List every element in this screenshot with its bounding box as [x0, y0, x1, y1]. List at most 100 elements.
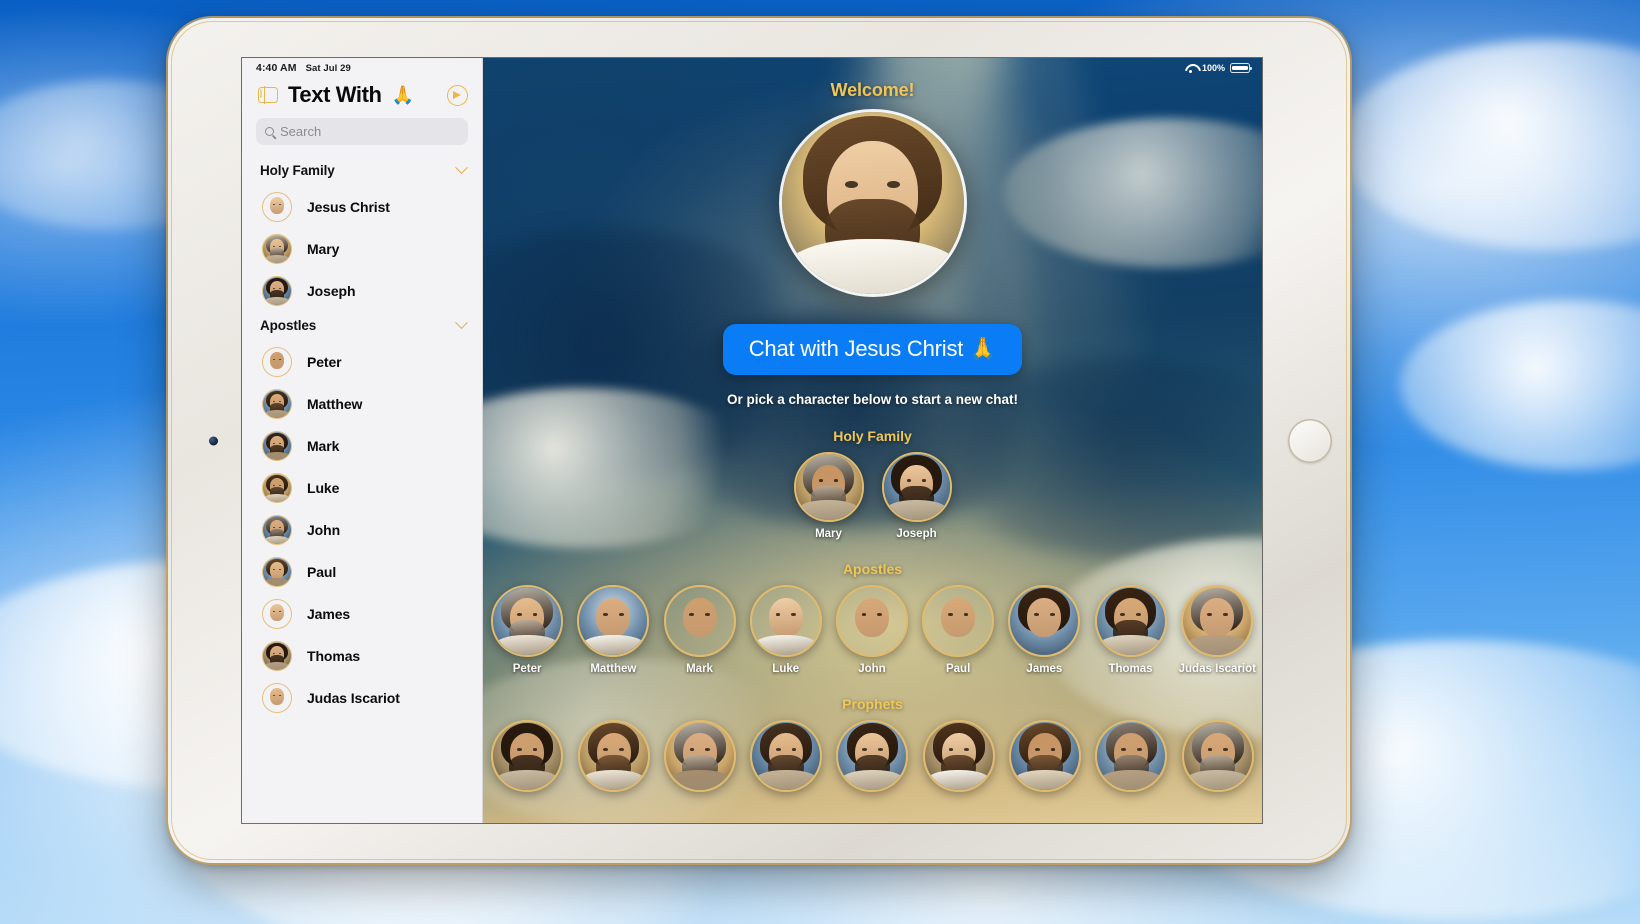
- avatar: [491, 585, 564, 657]
- avatar: [262, 431, 292, 461]
- search-box[interactable]: [256, 118, 468, 145]
- avatar: [881, 452, 952, 522]
- character-mark[interactable]: Mark: [661, 585, 737, 675]
- wifi-icon: [1185, 64, 1197, 73]
- avatar: [262, 192, 292, 222]
- avatar: [1008, 585, 1081, 657]
- character-john[interactable]: John: [834, 585, 910, 675]
- ipad-device: 4:40 AM Sat Jul 29 Text With 🙏 Holy Fami…: [168, 18, 1350, 863]
- sky-cloud: [1340, 40, 1640, 250]
- sidebar-item-mark[interactable]: Mark: [242, 425, 482, 467]
- avatar: [262, 347, 292, 377]
- chat-with-jesus-button[interactable]: Chat with Jesus Christ 🙏: [722, 324, 1023, 375]
- portrait-jesus: [781, 112, 964, 294]
- character-mary[interactable]: Mary: [792, 452, 866, 540]
- portrait-john: [838, 587, 906, 655]
- character-prophet-6[interactable]: [1007, 720, 1083, 798]
- character-luke[interactable]: Luke: [748, 585, 824, 675]
- character-sections: Holy Family Mary Joseph Apostles Peter Matthe…: [483, 428, 1262, 798]
- character-prophet-8[interactable]: [1180, 720, 1256, 798]
- sidebar-group-holy-family[interactable]: Holy Family: [242, 157, 482, 186]
- character-prophet-5[interactable]: [921, 720, 997, 798]
- section-title-prophets: Prophets: [842, 696, 903, 712]
- search-input[interactable]: [280, 124, 459, 139]
- character-prophet-0[interactable]: [489, 720, 565, 798]
- portrait-matthew: [263, 390, 291, 418]
- character-prophet-4[interactable]: [834, 720, 910, 798]
- character-matthew[interactable]: Matthew: [575, 585, 651, 675]
- sidebar-item-mary[interactable]: Mary: [242, 228, 482, 270]
- sidebar-group-apostles[interactable]: Apostles: [242, 312, 482, 341]
- character-name-label: Mark: [686, 663, 713, 675]
- chevron-down-icon[interactable]: [455, 161, 468, 175]
- portrait-p27: [1097, 722, 1166, 790]
- portrait-thomas: [263, 642, 291, 670]
- character-name-label: Thomas: [1108, 663, 1153, 675]
- avatar: [836, 720, 909, 792]
- sidebar-item-peter[interactable]: Peter: [242, 341, 482, 383]
- app-title: Text With: [288, 82, 382, 107]
- character-prophet-1[interactable]: [575, 720, 651, 798]
- avatar: [262, 389, 292, 419]
- sky-cloud: [1400, 300, 1640, 470]
- sidebar-item-label: John: [307, 522, 341, 538]
- sidebar-item-james[interactable]: James: [242, 593, 482, 635]
- people-row: Mary Joseph: [483, 452, 1262, 540]
- section-title-holy-family: Holy Family: [833, 428, 912, 444]
- character-name-label: Peter: [512, 663, 542, 675]
- portrait-mary: [795, 454, 862, 520]
- sidebar-item-matthew[interactable]: Matthew: [242, 383, 482, 425]
- portrait-paul: [263, 558, 291, 586]
- compass-icon[interactable]: [447, 84, 468, 106]
- avatar: [262, 276, 292, 306]
- character-peter[interactable]: Peter: [489, 585, 565, 675]
- sidebar-toggle-icon[interactable]: [258, 86, 278, 104]
- search-icon: [265, 127, 274, 136]
- sidebar-item-label: Judas Iscariot: [307, 690, 400, 706]
- avatar: [663, 720, 736, 792]
- portrait-peter: [493, 587, 562, 655]
- character-name-label: Mary: [815, 528, 842, 540]
- main-panel: 100% Welcome! Chat with Jesus Christ 🙏 O…: [483, 58, 1262, 823]
- sidebar: 4:40 AM Sat Jul 29 Text With 🙏 Holy Fami…: [242, 58, 483, 823]
- home-button[interactable]: [1288, 418, 1332, 463]
- character-thomas[interactable]: Thomas: [1092, 585, 1168, 675]
- sidebar-item-thomas[interactable]: Thomas: [242, 635, 482, 677]
- hero-avatar-jesus[interactable]: [778, 109, 967, 297]
- character-james[interactable]: James: [1006, 585, 1082, 675]
- people-row: [483, 720, 1262, 798]
- portrait-judas-iscariot: [263, 684, 291, 712]
- portrait-james: [263, 600, 291, 628]
- sidebar-item-jesus-christ[interactable]: Jesus Christ: [242, 186, 482, 228]
- character-judas-iscariot[interactable]: Judas Iscariot: [1179, 585, 1256, 675]
- character-joseph[interactable]: Joseph: [880, 452, 954, 540]
- character-prophet-7[interactable]: [1093, 720, 1169, 798]
- avatar: [922, 720, 995, 792]
- sidebar-item-label: Paul: [307, 564, 337, 580]
- portrait-joseph: [263, 277, 291, 305]
- sidebar-item-paul[interactable]: Paul: [242, 551, 482, 593]
- sidebar-header: Text With 🙏: [242, 78, 482, 118]
- sidebar-item-john[interactable]: John: [242, 509, 482, 551]
- portrait-mark: [666, 587, 734, 655]
- avatar: [262, 599, 292, 629]
- sidebar-item-judas-iscariot[interactable]: Judas Iscariot: [242, 677, 482, 719]
- avatar: [1095, 720, 1168, 792]
- sidebar-item-label: Thomas: [307, 648, 361, 664]
- sidebar-item-luke[interactable]: Luke: [242, 467, 482, 509]
- screenshot-scene: 4:40 AM Sat Jul 29 Text With 🙏 Holy Fami…: [0, 0, 1640, 924]
- sidebar-list[interactable]: Holy Family Jesus Christ Mary Joseph Apostle…: [242, 157, 482, 823]
- character-name-label: John: [858, 663, 886, 675]
- status-bar: 4:40 AM Sat Jul 29: [242, 58, 482, 78]
- sidebar-item-label: Luke: [307, 480, 340, 496]
- chevron-down-icon[interactable]: [455, 316, 468, 330]
- main-scroll-area[interactable]: Welcome! Chat with Jesus Christ 🙏 Or pic…: [483, 58, 1262, 823]
- portrait-luke: [752, 587, 820, 655]
- avatar: [749, 585, 822, 657]
- portrait-mary: [263, 235, 291, 263]
- character-paul[interactable]: Paul: [920, 585, 996, 675]
- character-prophet-2[interactable]: [662, 720, 738, 798]
- section-title-apostles: Apostles: [842, 561, 903, 577]
- character-prophet-3[interactable]: [748, 720, 824, 798]
- sidebar-item-joseph[interactable]: Joseph: [242, 270, 482, 312]
